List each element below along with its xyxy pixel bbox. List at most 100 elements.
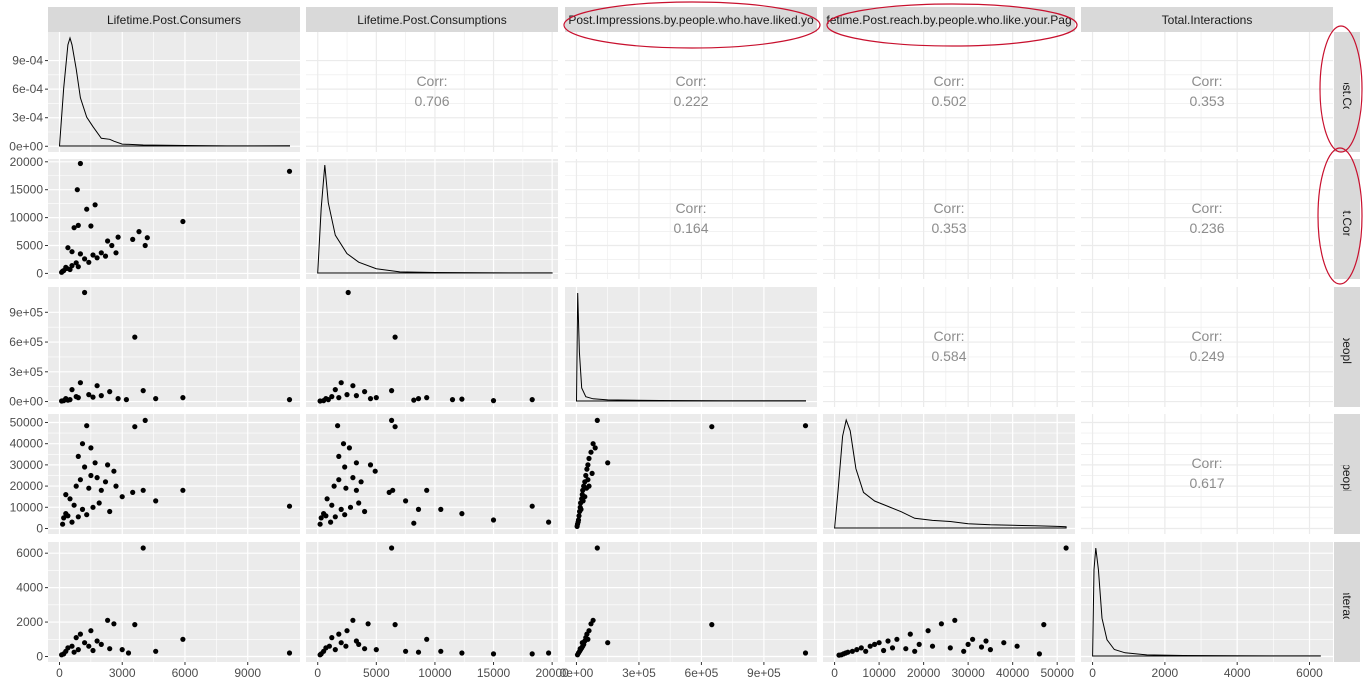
y-tick-label-r3: 6e+05	[9, 335, 43, 349]
scatter-point-r3-c1	[69, 387, 75, 393]
scatter-point-r4-c1	[94, 475, 100, 481]
scatter-point-r4-c1	[71, 502, 77, 508]
x-tick-label-c1: 3000	[109, 666, 136, 680]
scatter-point-r4-c2	[318, 515, 324, 521]
scatter-point-r4-c2	[403, 498, 409, 504]
panel-r2-c3	[565, 159, 817, 279]
scatter-point-r4-c1	[75, 453, 81, 459]
scatter-point-r4-c1	[107, 508, 113, 515]
scatter-point-r5-c2	[459, 650, 465, 656]
scatter-point-r3-c1	[94, 383, 100, 389]
scatter-point-r3-c2	[353, 393, 359, 399]
x-tick-label-c4: 50000	[1041, 666, 1075, 680]
scatter-point-r4-c2	[389, 417, 395, 423]
corr-label-r1-c5: Corr:	[1191, 73, 1222, 89]
x-tick-label-c4: 20000	[907, 666, 941, 680]
scatter-point-r4-c2	[490, 517, 497, 523]
scatter-point-r5-c2	[350, 617, 356, 623]
scatter-point-r3-c1	[82, 289, 88, 296]
scatter-point-r5-c4	[952, 617, 958, 623]
panel-r1-c4	[823, 32, 1075, 152]
scatter-point-r2-c1	[60, 268, 66, 274]
scatter-point-r4-c1	[92, 460, 98, 466]
scatter-point-r4-c1	[60, 521, 66, 527]
y-tick-label-r1: 6e-04	[12, 82, 43, 96]
scatter-point-r4-c2	[372, 468, 378, 474]
scatter-point-r5-c2	[338, 640, 344, 646]
scatter-point-r5-c4	[867, 643, 873, 649]
scatter-point-r5-c4	[983, 638, 989, 644]
y-tick-label-r3: 9e+05	[9, 305, 43, 319]
scatter-point-r5-c2	[438, 648, 444, 654]
scatter-point-r3-c1	[98, 393, 104, 399]
scatter-point-r4-c1	[82, 464, 88, 470]
x-tick-label-c5: 0	[1089, 666, 1096, 680]
y-tick-label-r2: 15000	[10, 183, 44, 197]
scatter-point-r5-c4	[836, 652, 842, 658]
scatter-point-r4-c2	[323, 513, 329, 519]
scatter-point-r3-c2	[411, 397, 417, 403]
scatter-point-r3-c2	[392, 334, 398, 340]
scatter-point-r5-c2	[546, 650, 552, 656]
x-tick-label-c3: 6e+05	[685, 666, 719, 680]
panel-r4-c4	[823, 414, 1075, 534]
scatter-point-r2-c1	[115, 234, 121, 240]
x-tick-label-c1: 9000	[234, 666, 261, 680]
scatter-point-r5-c4	[858, 645, 864, 651]
scatter-point-r2-c1	[84, 206, 90, 212]
corr-value-r2-c3: 0.164	[673, 220, 708, 236]
scatter-point-r2-c1	[142, 242, 148, 249]
scatter-point-r3-c2	[338, 380, 344, 386]
scatter-point-r4-c1	[102, 479, 109, 485]
panel-r3-c5	[1081, 287, 1333, 407]
corr-label-r4-c5: Corr:	[1191, 455, 1222, 471]
scatter-point-r4-c3	[709, 424, 715, 430]
corr-value-r1-c5: 0.353	[1189, 93, 1224, 109]
scatter-point-r5-c4	[938, 621, 945, 627]
scatter-point-r4-c1	[119, 494, 125, 500]
corr-value-r4-c5: 0.617	[1189, 475, 1224, 491]
scatter-point-r5-c2	[529, 651, 535, 657]
x-tick-label-c4: 0	[831, 666, 838, 680]
scatter-point-r4-c2	[343, 485, 349, 491]
y-tick-label-r4: 30000	[10, 458, 44, 472]
panel-r3-c4	[823, 287, 1075, 407]
scatter-point-r5-c1	[98, 641, 104, 648]
scatter-point-r5-c1	[140, 545, 146, 551]
scatter-point-r3-c2	[529, 397, 535, 403]
scatter-point-r5-c3	[594, 545, 600, 551]
scatter-point-r2-c1	[77, 160, 83, 167]
scatter-point-r4-c1	[88, 445, 94, 451]
scatter-point-r5-c1	[125, 650, 132, 656]
corr-label-r2-c4: Corr:	[933, 200, 964, 216]
scatter-point-r2-c1	[86, 259, 92, 265]
scatter-point-r3-c2	[325, 397, 331, 403]
corr-label-r2-c5: Corr:	[1191, 200, 1222, 216]
scatter-point-r4-c1	[180, 487, 186, 493]
scatter-point-r4-c1	[73, 483, 79, 489]
scatter-point-r3-c1	[59, 398, 65, 404]
x-tick-label-c5: 6000	[1296, 666, 1323, 680]
scatter-point-r5-c1	[94, 638, 100, 644]
x-tick-label-c3: 0e+00	[560, 666, 594, 680]
scatter-point-r4-c1	[140, 487, 146, 493]
scatter-point-r3-c1	[132, 334, 138, 340]
scatter-point-r4-c1	[98, 487, 104, 493]
scatterplot-matrix: Lifetime.Post.Consumers Lifetime.Post.Con…	[9, 1, 1363, 680]
scatter-point-r5-c4	[907, 631, 913, 637]
scatter-point-r3-c2	[449, 397, 456, 403]
scatter-point-r5-c1	[59, 652, 65, 658]
scatter-point-r3-c1	[153, 396, 159, 402]
scatter-point-r5-c2	[415, 649, 422, 655]
scatter-point-r5-c2	[362, 646, 368, 652]
scatter-point-r5-c2	[329, 635, 335, 641]
scatter-point-r2-c1	[98, 250, 104, 256]
scatter-point-r2-c1	[286, 168, 293, 174]
scatter-point-r5-c4	[929, 643, 936, 649]
x-tick-label-c4: 40000	[996, 666, 1030, 680]
scatter-point-r4-c2	[336, 477, 342, 483]
scatter-point-r3-c1	[123, 397, 129, 403]
scatter-point-r4-c3	[585, 477, 591, 483]
y-tick-label-r4: 50000	[10, 415, 44, 429]
panel-r5-c5	[1081, 542, 1333, 662]
